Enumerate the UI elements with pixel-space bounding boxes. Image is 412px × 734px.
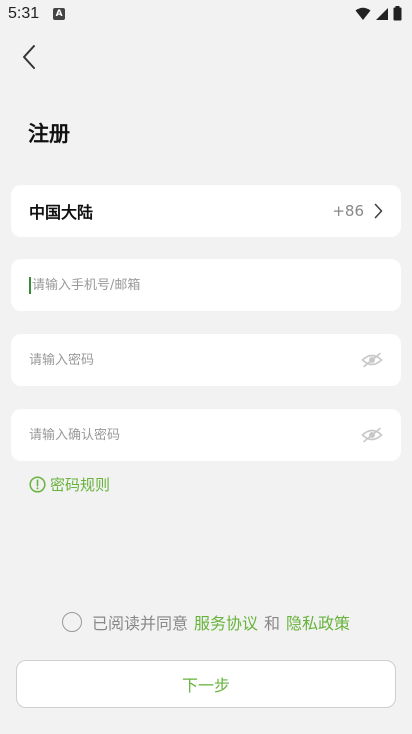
password-rules-link[interactable]: 密码规则 [29, 474, 110, 495]
agreement-row: 已阅读并同意 服务协议 和 隐私政策 [0, 610, 412, 634]
battery-icon [393, 6, 402, 21]
chevron-right-icon [374, 203, 383, 219]
country-code: +86 [332, 202, 364, 220]
eye-off-icon[interactable] [361, 352, 383, 368]
notification-app-icon: A [53, 8, 66, 20]
agreement-conjunction: 和 [264, 614, 281, 633]
region-selector[interactable]: 中国大陆 +86 [11, 185, 401, 237]
terms-of-service-link[interactable]: 服务协议 [194, 610, 258, 634]
info-circle-icon [29, 476, 46, 493]
phone-email-input[interactable] [32, 277, 383, 293]
chevron-left-icon [23, 45, 35, 69]
confirm-password-field-container [11, 409, 401, 461]
wifi-icon [355, 7, 371, 20]
eye-off-icon[interactable] [361, 427, 383, 443]
region-name: 中国大陆 [29, 203, 94, 222]
agreement-prefix: 已阅读并同意 [91, 614, 188, 633]
status-time: 5:31 [8, 5, 40, 22]
status-bar: 5:31 A [0, 0, 412, 28]
status-icons [355, 6, 402, 21]
password-rules-label: 密码规则 [50, 476, 111, 494]
confirm-password-input[interactable] [29, 427, 361, 443]
cellular-signal-icon [376, 7, 388, 20]
password-input[interactable] [29, 352, 361, 368]
register-screen: 5:31 A 注册 中国大陆 +86 请输入手机号/邮箱 密码规则 已阅读并同意… [0, 0, 412, 734]
phone-email-field-container [11, 259, 401, 311]
privacy-policy-link[interactable]: 隐私政策 [286, 610, 350, 634]
back-button[interactable] [14, 40, 44, 74]
next-step-button[interactable]: 下一步 [16, 660, 396, 708]
text-caret [29, 276, 31, 294]
password-field-container [11, 334, 401, 386]
page-title: 注册 [28, 122, 70, 146]
agree-checkbox[interactable] [61, 612, 82, 632]
